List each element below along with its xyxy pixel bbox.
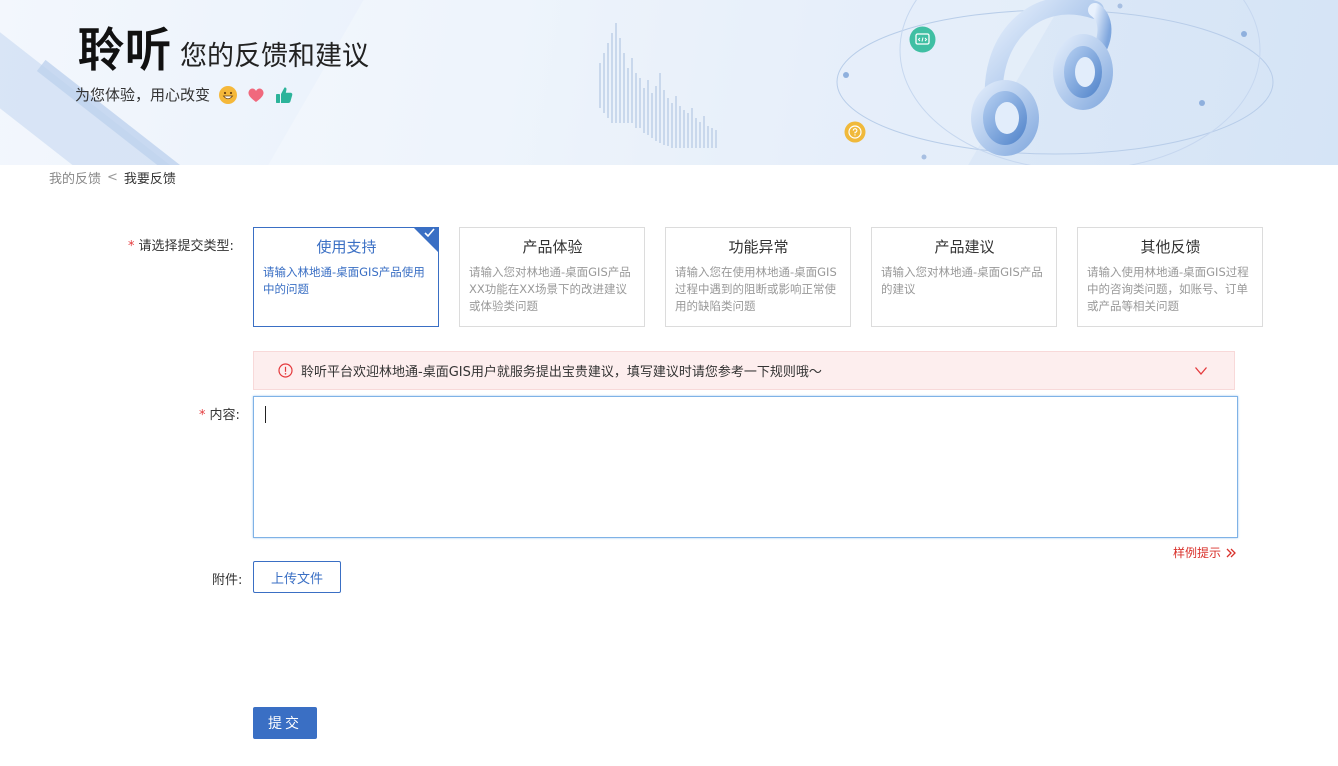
content-textarea[interactable] (254, 397, 1237, 537)
question-badge-icon (844, 121, 866, 143)
breadcrumb: 我的反馈 < 我要反馈 (49, 168, 176, 187)
content-textarea-box (253, 396, 1238, 538)
banner-slogan: 为您体验，用心改变 (75, 86, 211, 104)
type-card-title: 其他反馈 (1140, 238, 1201, 256)
thumbs-up-icon (276, 86, 293, 103)
banner-title-sub: 您的反馈和建议 (180, 41, 369, 72)
upload-file-button[interactable]: 上传文件 (253, 561, 341, 593)
headphones-illustration (971, 0, 1113, 156)
double-chevron-right-icon (1226, 548, 1236, 557)
type-card-product-suggestion[interactable]: 产品建议 请输入您对林地通-桌面GIS产品的建议 (871, 227, 1057, 327)
breadcrumb-current: 我要反馈 (123, 172, 176, 187)
required-mark: * (199, 408, 206, 423)
required-mark: * (128, 239, 135, 254)
type-card-desc: 请输入您对林地通-桌面GIS产品XX功能在XX场景下的改进建议或体验类问题 (469, 265, 631, 313)
banner-slogan-row: 为您体验，用心改变 (75, 84, 294, 105)
sound-wave-decoration (599, 23, 717, 148)
type-card-title: 产品建议 (934, 238, 995, 256)
submit-button[interactable]: 提交 (253, 707, 317, 739)
type-card-desc: 请输入您在使用林地通-桌面GIS过程中遇到的阻断或影响正常使用的缺陷类问题 (675, 265, 837, 313)
content-label: * 内容: (199, 404, 240, 423)
breadcrumb-my-feedback-link[interactable]: 我的反馈 (49, 168, 101, 187)
info-circle-icon (278, 363, 293, 378)
rules-notice-bar[interactable]: 聆听平台欢迎林地通-桌面GIS用户就服务提出宝贵建议，填写建议时请您参考一下规则… (253, 351, 1235, 390)
smile-face-icon (219, 85, 238, 104)
breadcrumb-separator: < (107, 170, 118, 185)
type-card-desc: 请输入使用林地通-桌面GIS过程中的咨询类问题，如账号、订单或产品等相关问题 (1087, 265, 1249, 313)
type-card-other-feedback[interactable]: 其他反馈 请输入使用林地通-桌面GIS过程中的咨询类问题，如账号、订单或产品等相… (1077, 227, 1263, 327)
text-caret (265, 406, 266, 423)
type-card-title: 产品体验 (522, 238, 583, 256)
check-icon (424, 228, 435, 238)
banner-title: 聆听 您的反馈和建议 (78, 24, 369, 76)
type-card-title: 使用支持 (316, 238, 377, 256)
type-card-desc: 请输入您对林地通-桌面GIS产品的建议 (881, 265, 1043, 296)
content-label-text: 内容: (209, 408, 240, 423)
type-card-product-experience[interactable]: 产品体验 请输入您对林地通-桌面GIS产品XX功能在XX场景下的改进建议或体验类… (459, 227, 645, 327)
feedback-page: 聆听 您的反馈和建议 为您体验，用心改变 我的反馈 < 我要反馈 * 请选择提交… (0, 0, 1338, 766)
rules-notice-text: 聆听平台欢迎林地通-桌面GIS用户就服务提出宝贵建议，填写建议时请您参考一下规则… (301, 365, 822, 380)
code-badge-icon (909, 26, 936, 53)
type-card-usage-support[interactable]: 使用支持 请输入林地通-桌面GIS产品使用中的问题 (253, 227, 439, 327)
attachment-label: 附件: (212, 573, 243, 588)
type-card-title: 功能异常 (728, 238, 789, 256)
banner-title-main: 聆听 (78, 23, 172, 77)
header-banner: 聆听 您的反馈和建议 为您体验，用心改变 (0, 0, 1338, 165)
type-label: * 请选择提交类型: (128, 235, 234, 254)
type-card-function-error[interactable]: 功能异常 请输入您在使用林地通-桌面GIS过程中遇到的阻断或影响正常使用的缺陷类… (665, 227, 851, 327)
example-hint-link[interactable]: 样例提示 (1173, 544, 1237, 561)
type-label-text: 请选择提交类型: (138, 239, 234, 254)
type-card-desc: 请输入林地通-桌面GIS产品使用中的问题 (263, 265, 425, 296)
heart-icon (248, 88, 264, 102)
example-hint-text: 样例提示 (1173, 546, 1222, 560)
chevron-down-icon[interactable] (1194, 364, 1208, 378)
